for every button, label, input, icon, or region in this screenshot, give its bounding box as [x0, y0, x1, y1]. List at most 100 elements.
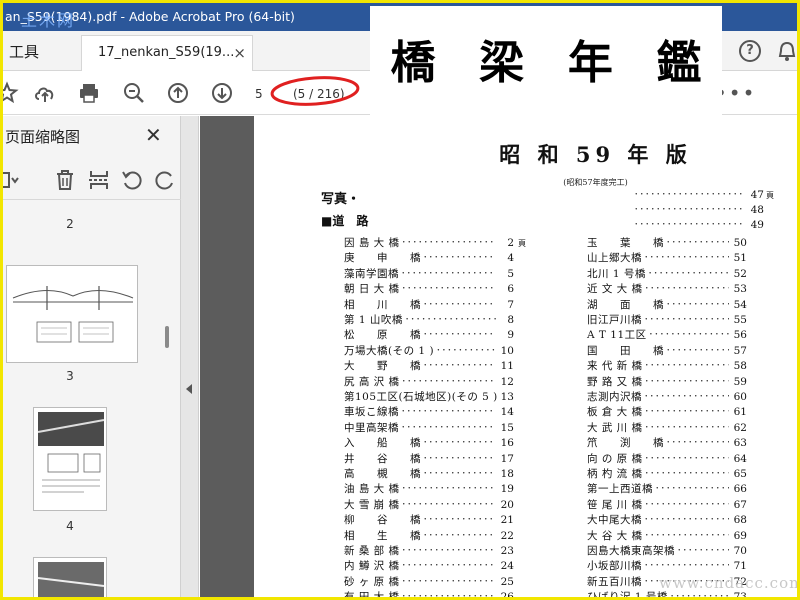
options-dropdown-icon[interactable] [3, 168, 19, 192]
collapse-arrow-icon[interactable] [186, 384, 192, 394]
toc-entry: 柳 谷 橋･････････････････････････････ 21 [344, 513, 532, 528]
toc-entry: 近 文 大 橋･････････････････････････････ 53 [587, 282, 765, 297]
thumbnail-page-3[interactable] [6, 265, 138, 363]
bridge-name: 庚 申 橋 [344, 252, 421, 265]
toc-entry: 相 生 橋･････････････････････････････ 22 [344, 529, 532, 544]
star-icon[interactable] [3, 81, 19, 105]
toc-entry: 第一上西道橋･････････････････････････････ 66 [587, 482, 765, 497]
bridge-name: 大中尾大橋 [587, 514, 642, 527]
toc-entry: 大 武 川 橋･････････････････････････････ 62 [587, 421, 765, 436]
rotate-cw-icon[interactable] [153, 168, 177, 192]
help-icon[interactable]: ? [739, 40, 761, 62]
leader-dots: ･････････････････････････････ [666, 345, 729, 356]
leader-dots: ･････････････････････ [634, 190, 744, 200]
tab-close-icon[interactable]: × [233, 44, 246, 62]
page-ref: 16 [500, 437, 514, 450]
bridge-name: 志測内沢橋 [587, 391, 642, 403]
thumbnail-panel: 页面缩略图 ✕ 2 3 4 [3, 116, 181, 597]
page-ref: 67 [733, 498, 747, 511]
section-heading-road: ■道 路 [321, 214, 369, 228]
page-ref: 7 [507, 298, 514, 311]
page-ref: 65 [733, 468, 747, 480]
leader-dots: ･････････････････････････････ [423, 530, 496, 541]
print-icon[interactable] [77, 81, 101, 105]
leader-dots: ･････････････････････････････ [423, 515, 496, 526]
bridge-name: 高 槻 橋 [344, 468, 421, 480]
bridge-name: 大 武 川 橋 [587, 421, 643, 434]
leader-dots: ･････････････････････････････ [677, 546, 729, 556]
page-suffix: 頁 [766, 191, 774, 200]
page-ref: 5 [507, 267, 514, 280]
page-down-icon[interactable] [210, 81, 234, 105]
page-up-icon[interactable] [166, 81, 190, 105]
leader-dots: ･････････････････････････････ [644, 561, 729, 572]
bridge-name: 柄 杓 流 橋 [587, 468, 643, 480]
thumbnail-scrollbar[interactable] [165, 326, 169, 348]
bridge-name: 笊 渕 橋 [587, 437, 664, 450]
thumbnail-drawing [12, 286, 134, 343]
toc-entry: 大 谷 大 橋･････････････････････････････ 69 [587, 529, 765, 544]
panel-splitter[interactable] [181, 116, 199, 597]
leader-dots: ･････････････････････････････ [644, 392, 729, 402]
cloud-upload-icon[interactable] [33, 81, 57, 105]
tab-document[interactable]: 17_nenkan_S59(19... × [81, 35, 253, 71]
footer-watermark: www.cndacc.com [659, 574, 797, 592]
leader-dots: ･････････････････････････････ [401, 407, 496, 418]
page-ref: 58 [733, 360, 747, 373]
thumbnail-page-5[interactable] [33, 557, 107, 597]
bridge-name: 向 の 原 橋 [587, 452, 643, 465]
bridge-name: 大 野 橋 [344, 360, 421, 373]
page-ref: 60 [733, 391, 747, 403]
thumbnail-page-4[interactable] [33, 407, 107, 511]
extract-pages-icon[interactable] [87, 168, 111, 192]
bell-icon[interactable] [777, 40, 797, 62]
toc-entry: 笊 渕 橋･････････････････････････････ 63 [587, 436, 765, 451]
page-ref: 69 [733, 529, 747, 542]
toc-entry: 湖 面 橋･････････････････････････････ 54 [587, 298, 765, 313]
leader-dots: ･････････････････････････････ [401, 422, 496, 433]
toc-entry: 井 谷 橋･････････････････････････････ 17 [344, 452, 532, 467]
bridge-name: 笹 尾 川 橋 [587, 498, 643, 511]
book-title-banner: 橋 梁 年 鑑 [370, 6, 722, 116]
leader-dots: ･････････････････････････････ [644, 376, 729, 387]
page-ref: 61 [733, 406, 747, 419]
tab-tools[interactable]: 工具 [9, 41, 39, 62]
leader-dots: ･････････････････････ [634, 205, 744, 215]
bridge-name: 湖 面 橋 [587, 298, 664, 311]
bridge-name: 小坂部川橋 [587, 560, 642, 573]
page-ref: 49 [750, 219, 764, 231]
bridge-name: 新 桑 部 橋 [344, 545, 400, 557]
delete-icon[interactable] [53, 168, 77, 192]
bridge-name: 玉 葉 橋 [587, 237, 664, 249]
bridge-name: 内 鱒 沢 橋 [344, 560, 400, 573]
leader-dots: ･････････････････････････････ [644, 515, 729, 526]
bridge-name: 入 船 橋 [344, 437, 421, 450]
toc-entry: 来 代 新 橋･････････････････････････････ 58 [587, 359, 765, 374]
zoom-out-icon[interactable] [122, 81, 146, 105]
leader-dots: ･････････････････････････････ [644, 453, 729, 464]
leader-dots: ･････････････････････････････ [401, 238, 496, 248]
toc-entry: 高 槻 橋･････････････････････････････ 18 [344, 467, 532, 482]
rotate-ccw-icon[interactable] [120, 168, 144, 192]
page-ref: 26 [492, 590, 514, 597]
page-ref: 55 [733, 314, 747, 326]
bridge-name: 相 川 橋 [344, 298, 421, 311]
thumb-label: 2 [66, 217, 74, 231]
page-ref: 71 [733, 560, 747, 573]
leader-dots: ･････････････････････････････ [644, 253, 729, 264]
leader-dots: ･････････････････････････････ [647, 268, 729, 279]
toc-entry: 志測内沢橋･････････････････････････････ 60 [587, 390, 765, 405]
bridge-name: 北川 1 号橋 [587, 267, 646, 280]
panel-close-icon[interactable]: ✕ [145, 123, 162, 147]
document-viewer: 昭 和 59 年 版 (昭和57年度完工) 写真・ ■道 路 ･････････… [200, 116, 797, 597]
bridge-name: 柳 谷 橋 [344, 514, 421, 527]
page-ref: 57 [733, 344, 747, 357]
page-ref: 9 [507, 329, 514, 342]
leader-dots: ･････････････････････････････ [401, 576, 496, 587]
page-ref: 14 [500, 406, 514, 419]
toc-entry: 柄 杓 流 橋･････････････････････････････ 65 [587, 467, 765, 482]
toc-entry: 山上郷大橋･････････････････････････････ 51 [587, 251, 765, 266]
bridge-name: 中里高架橋 [344, 421, 399, 434]
bridge-name: 万場大橋(その 1 ) [344, 344, 435, 357]
page-ref: 8 [507, 314, 514, 326]
